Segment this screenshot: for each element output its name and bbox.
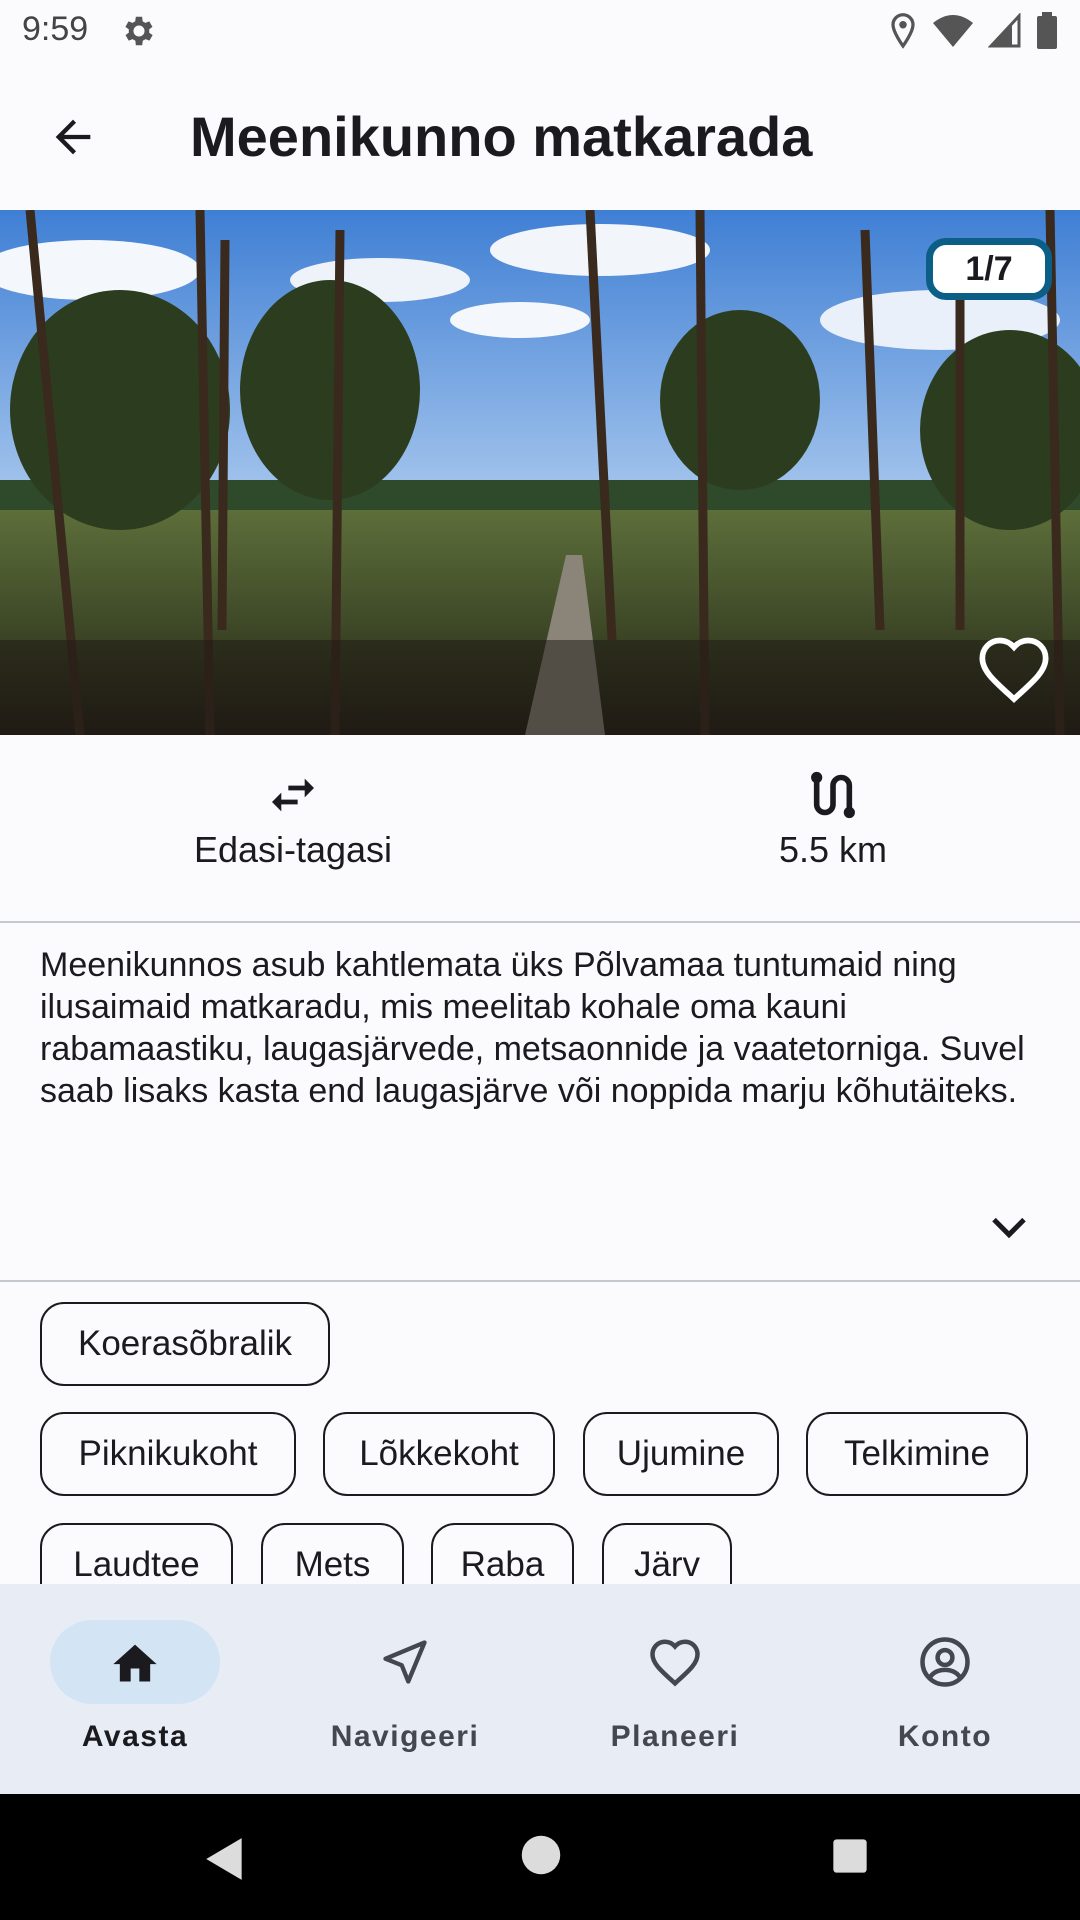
trail-stats: Edasi-tagasi 5.5 km — [0, 735, 1080, 923]
heart-outline-icon — [650, 1639, 700, 1687]
status-bar: 9:59 — [0, 0, 1080, 64]
distance-stat: 5.5 km — [683, 767, 983, 871]
arrow-back-icon — [55, 119, 91, 155]
nav-item-planeeri[interactable]: Planeeri — [540, 1620, 810, 1770]
bog-landscape-photo — [0, 210, 1080, 735]
tag-chip[interactable]: Koerasõbralik — [40, 1302, 330, 1386]
tag-chip[interactable]: Raba — [431, 1523, 574, 1584]
route-type-stat: Edasi-tagasi — [143, 767, 443, 871]
hero-image[interactable]: 1/7 — [0, 210, 1080, 735]
page-title: Meenikunno matkarada — [190, 105, 813, 168]
favorite-button[interactable] — [976, 634, 1052, 704]
nav-label: Navigeeri — [330, 1720, 480, 1753]
tag-chip[interactable]: Järv — [602, 1523, 732, 1584]
tag-chip[interactable]: Ujumine — [583, 1412, 779, 1496]
nav-item-navigeeri[interactable]: Navigeeri — [270, 1620, 540, 1770]
system-recents-icon[interactable] — [830, 1836, 870, 1876]
account-circle-icon — [920, 1637, 970, 1687]
location-icon — [891, 13, 915, 49]
system-navigation-bar — [0, 1794, 1080, 1920]
nav-icon-container — [860, 1620, 1030, 1704]
distance-label: 5.5 km — [778, 829, 888, 870]
tag-chip[interactable]: Telkimine — [806, 1412, 1028, 1496]
nav-item-avasta[interactable]: Avasta — [0, 1620, 270, 1770]
tag-chip[interactable]: Piknikukoht — [40, 1412, 296, 1496]
tag-chip[interactable]: Lõkkekoht — [323, 1412, 555, 1496]
system-back-icon[interactable] — [200, 1834, 250, 1884]
nav-label: Konto — [897, 1720, 993, 1753]
nav-active-indicator — [50, 1620, 220, 1704]
tag-chip[interactable]: Laudtee — [40, 1523, 233, 1584]
back-button[interactable] — [40, 104, 106, 170]
home-icon — [113, 1644, 157, 1682]
nav-label: Avasta — [81, 1720, 189, 1753]
gear-icon — [125, 16, 153, 46]
trail-description: Meenikunnos asub kahtlemata üks Põlvamaa… — [40, 946, 1025, 1110]
app-bar: Meenikunno matkarada — [0, 64, 1080, 210]
swap-arrows-icon — [272, 778, 314, 812]
status-time: 9:59 — [22, 10, 89, 48]
signal-icon — [988, 13, 1021, 48]
nav-icon-container — [320, 1620, 490, 1704]
system-home-icon[interactable] — [520, 1834, 562, 1876]
tag-chips: Koerasõbralik Piknikukoht Lõkkekoht Ujum… — [0, 1282, 1080, 1584]
navigation-arrow-icon — [383, 1640, 427, 1684]
nav-label: Planeeri — [610, 1720, 740, 1753]
route-type-label: Edasi-tagasi — [193, 829, 393, 870]
heart-outline-icon — [979, 637, 1049, 703]
image-counter-badge: 1/7 — [926, 238, 1052, 300]
chevron-down-icon — [992, 1217, 1026, 1239]
route-icon — [811, 771, 855, 819]
bottom-navigation: Avasta Navigeeri Planeeri Konto — [0, 1584, 1080, 1794]
expand-description-button[interactable] — [984, 1208, 1034, 1248]
wifi-icon — [933, 15, 973, 47]
tag-chip[interactable]: Mets — [261, 1523, 404, 1584]
battery-icon — [1037, 12, 1057, 49]
nav-icon-container — [590, 1620, 760, 1704]
nav-item-konto[interactable]: Konto — [810, 1620, 1080, 1770]
